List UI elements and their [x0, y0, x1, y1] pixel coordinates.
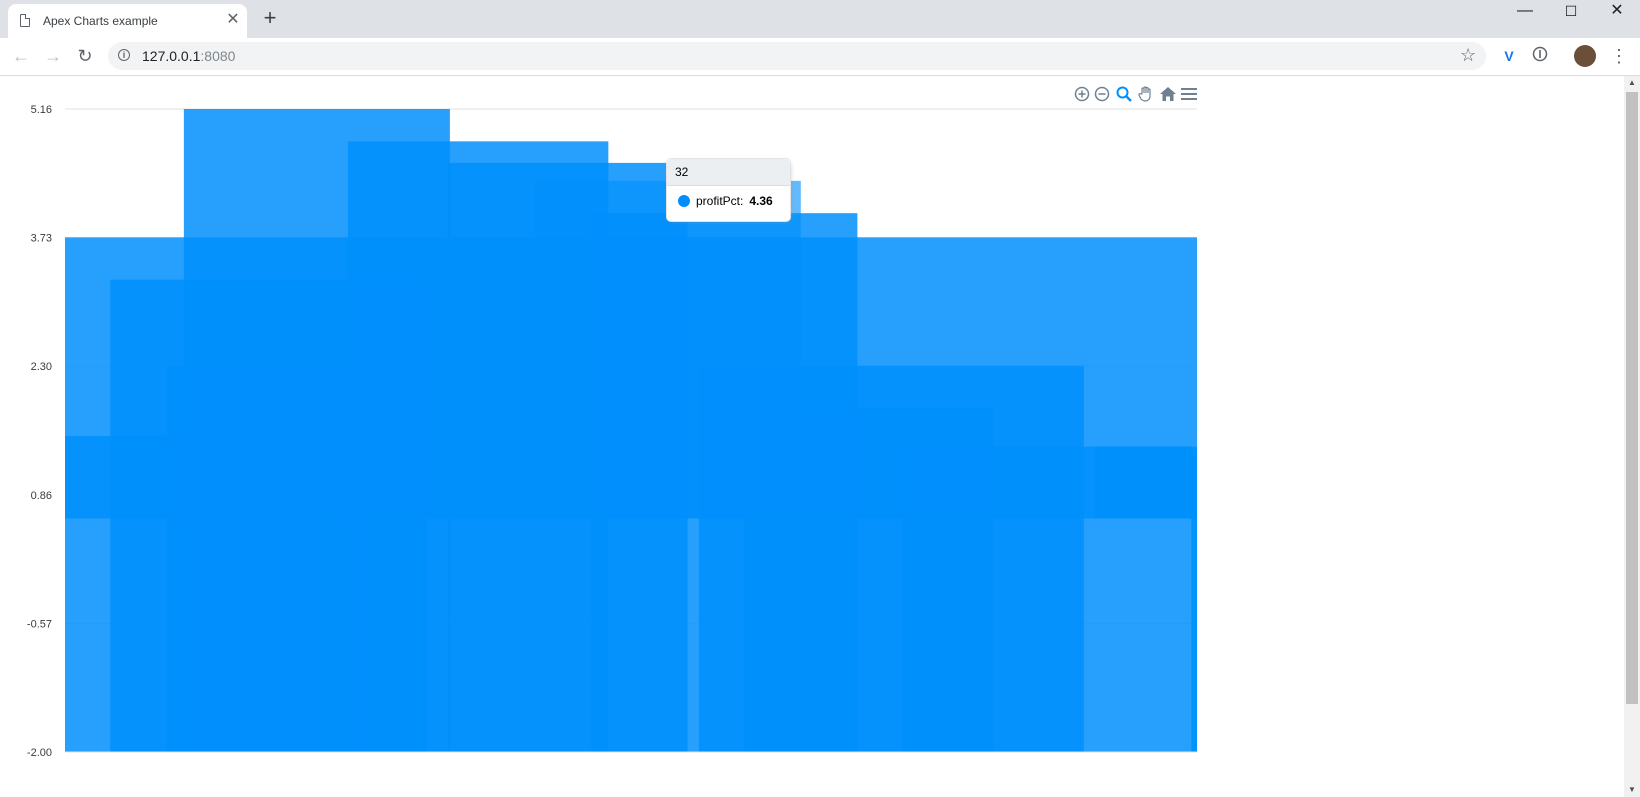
menu-icon[interactable]	[1180, 85, 1198, 103]
profile-avatar[interactable]	[1574, 45, 1596, 67]
series-marker-icon	[678, 195, 690, 207]
new-tab-button[interactable]: +	[259, 7, 281, 30]
browser-toolbar: ← → ↻ i 127.0.0.1:8080 ☆ V ⋮	[0, 38, 1640, 76]
y-tick-label: 3.73	[31, 232, 52, 244]
document-icon	[20, 14, 30, 27]
area-segment	[1095, 446, 1192, 519]
browser-tab[interactable]: Apex Charts example ✕	[8, 4, 247, 38]
scroll-thumb[interactable]	[1626, 92, 1638, 704]
page-scrollbar[interactable]: ▲ ▼	[1624, 76, 1640, 797]
reset-zoom-icon[interactable]	[1159, 85, 1177, 103]
extension-info-icon[interactable]	[1530, 46, 1550, 66]
zoom-in-icon[interactable]	[1073, 85, 1091, 103]
forward-arrow-icon[interactable]: →	[41, 44, 65, 68]
y-tick-label: 2.30	[31, 361, 52, 373]
scroll-down-arrow-icon[interactable]: ▼	[1624, 783, 1640, 797]
tooltip-value: 4.36	[749, 194, 773, 208]
browser-menu-icon[interactable]: ⋮	[1610, 44, 1628, 68]
chart-tooltip: 32 profitPct: 4.36	[666, 158, 791, 222]
scroll-up-arrow-icon[interactable]: ▲	[1624, 76, 1640, 90]
tooltip-title: 32	[667, 159, 790, 186]
tooltip-series-name: profitPct:	[696, 194, 744, 208]
y-tick-label: 5.16	[31, 104, 52, 116]
bookmark-star-icon[interactable]: ☆	[1460, 45, 1476, 66]
y-tick-label: -0.57	[27, 619, 52, 631]
minimize-icon[interactable]: —	[1502, 0, 1548, 24]
url-text: 127.0.0.1:8080	[142, 48, 236, 64]
y-tick-label: -2.00	[27, 747, 52, 759]
y-tick-label: 0.86	[31, 490, 52, 502]
extension-v-icon[interactable]: V	[1499, 46, 1519, 66]
browser-titlebar: Apex Charts example ✕ + — ☐ ✕	[0, 0, 1640, 38]
chart-series-profitPct	[65, 109, 1197, 753]
tab-close-icon[interactable]: ✕	[224, 11, 242, 29]
window-close-icon[interactable]: ✕	[1594, 0, 1640, 24]
address-bar[interactable]: i 127.0.0.1:8080 ☆	[108, 42, 1486, 70]
zoom-out-icon[interactable]	[1093, 85, 1111, 103]
maximize-icon[interactable]: ☐	[1548, 0, 1594, 24]
y-axis-labels: 5.16 3.73 2.30 0.86 -0.57 -2.00	[27, 104, 52, 759]
tooltip-series-row: profitPct: 4.36	[678, 193, 773, 209]
page-content: 5.16 3.73 2.30 0.86 -0.57 -2.00 32 profitPct:…	[0, 76, 1624, 797]
area-chart[interactable]: 5.16 3.73 2.30 0.86 -0.57 -2.00	[0, 76, 1200, 797]
area-segment	[1191, 455, 1197, 752]
info-icon[interactable]: i	[118, 49, 130, 61]
back-arrow-icon[interactable]: ←	[9, 44, 33, 68]
tab-title: Apex Charts example	[43, 14, 158, 28]
selection-zoom-icon[interactable]	[1115, 85, 1133, 103]
pan-icon[interactable]	[1137, 85, 1155, 103]
reload-icon[interactable]: ↻	[73, 44, 97, 68]
